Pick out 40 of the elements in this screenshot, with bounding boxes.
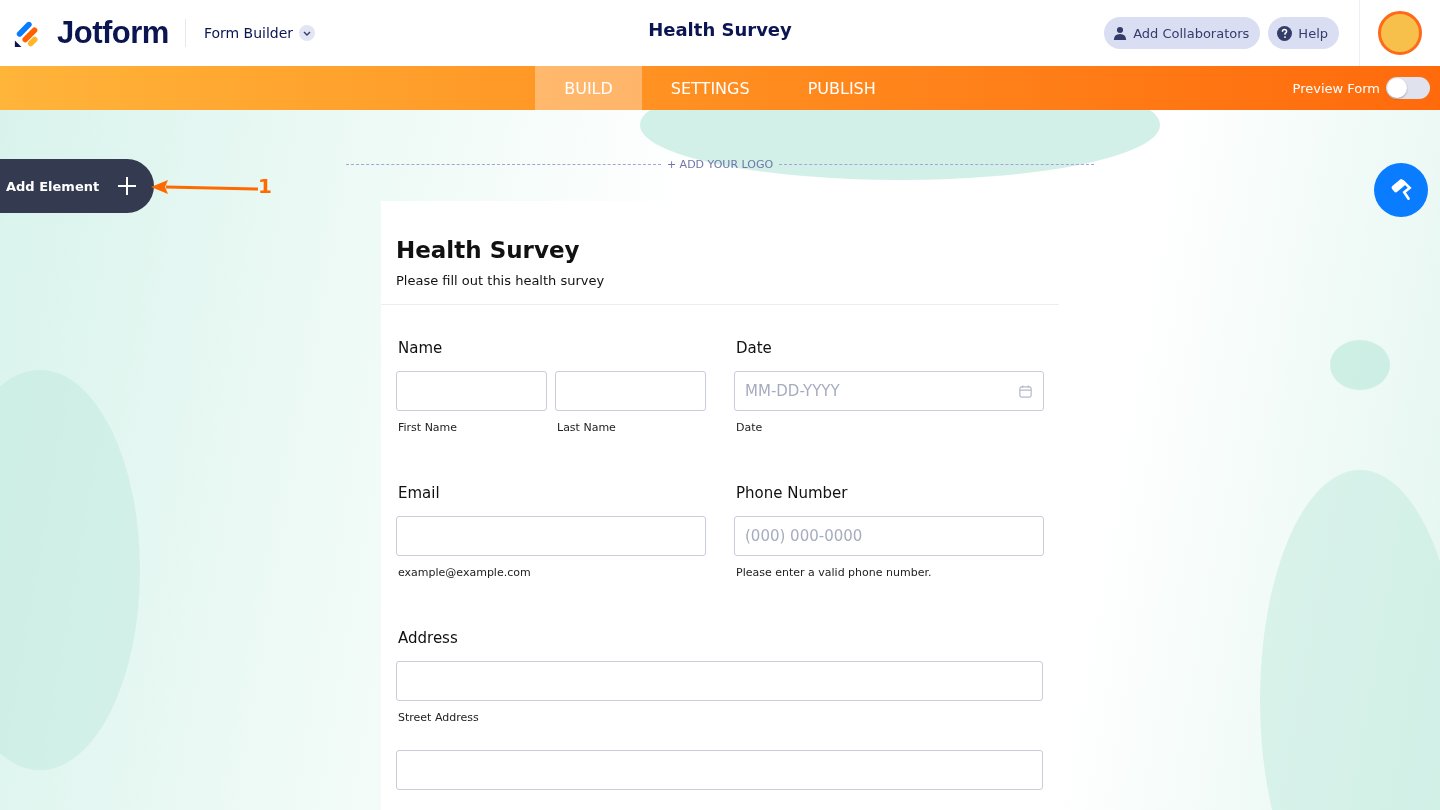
- plus-icon: [117, 176, 137, 196]
- field-label: Phone Number: [736, 484, 849, 502]
- sublabel: example@example.com: [398, 566, 532, 579]
- input-field[interactable]: MM-DD-YYYY: [734, 371, 1044, 411]
- form-heading: Health Survey: [396, 237, 581, 263]
- nav-tab[interactable]: SETTINGS: [641, 66, 779, 110]
- paint-roller-icon: [1388, 177, 1414, 203]
- sublabel: Last Name: [557, 421, 617, 434]
- sublabel: First Name: [398, 421, 459, 434]
- add-logo-link[interactable]: + ADD YOUR LOGO: [666, 157, 774, 171]
- form-designer-button[interactable]: [1374, 163, 1428, 217]
- text-field[interactable]: [396, 750, 1043, 790]
- nav-tab[interactable]: PUBLISH: [778, 66, 905, 110]
- logo-text[interactable]: Jotform: [57, 15, 169, 51]
- chevron-down-icon: [299, 25, 316, 41]
- avatar[interactable]: [1378, 11, 1422, 55]
- form-description: Please fill out this health survey: [396, 273, 606, 288]
- field-label: Email: [398, 484, 441, 502]
- field-label: Date: [736, 339, 773, 357]
- preview-form-label: Preview Form: [1292, 80, 1380, 96]
- form-title: Health Survey: [648, 19, 792, 40]
- sublabel: Please enter a valid phone number.: [736, 566, 933, 579]
- calendar-icon: [1018, 383, 1033, 399]
- help-icon: [1277, 25, 1293, 41]
- field-label: Address: [398, 629, 459, 647]
- form-builder-dropdown[interactable]: Form Builder: [201, 23, 318, 43]
- text-field[interactable]: [396, 516, 706, 556]
- add-element-button[interactable]: Add Element: [0, 159, 154, 213]
- annotation-number: 1: [258, 174, 272, 198]
- preview-toggle[interactable]: [1386, 77, 1430, 99]
- sublabel: Street Address: [398, 711, 480, 724]
- help-button[interactable]: Help: [1268, 17, 1339, 49]
- text-field[interactable]: [555, 371, 706, 411]
- text-field[interactable]: [396, 661, 1043, 701]
- sublabel: Date: [736, 421, 764, 434]
- field-label: Name: [398, 339, 444, 357]
- person-icon: [1113, 26, 1128, 40]
- add-collaborators-button[interactable]: Add Collaborators: [1104, 17, 1261, 49]
- text-field[interactable]: [396, 371, 547, 411]
- input-field[interactable]: (000) 000-0000: [734, 516, 1044, 556]
